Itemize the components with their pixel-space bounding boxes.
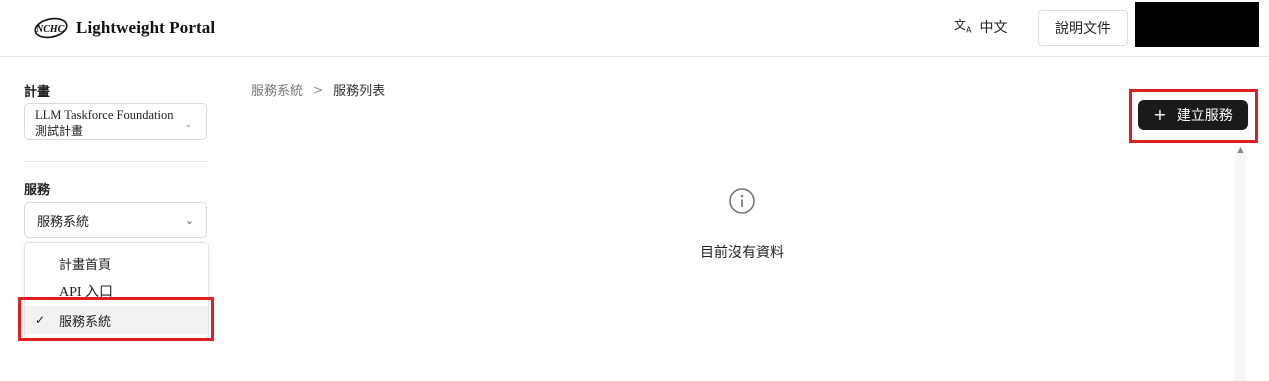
docs-button[interactable]: 說明文件 (1038, 10, 1128, 46)
user-account-block[interactable] (1135, 2, 1259, 47)
project-select[interactable]: LLM Taskforce Foundation 測試計畫 ⌄ (24, 103, 207, 140)
translate-icon: 文A (954, 18, 972, 35)
info-icon (728, 187, 756, 215)
top-header: NCHC Lightweight Portal 文A 中文 說明文件 (0, 0, 1269, 57)
highlight-box (18, 297, 214, 341)
service-section-label: 服務 (24, 183, 51, 198)
menu-item-label: 計畫首頁 (59, 257, 112, 273)
chevron-down-icon: ⌄ (184, 119, 192, 129)
logo[interactable]: NCHC Lightweight Portal (32, 14, 215, 42)
project-section-label: 計畫 (24, 85, 51, 100)
chevron-down-icon: ⌄ (184, 213, 194, 227)
language-switch[interactable]: 文A 中文 (954, 17, 1008, 37)
empty-state-message: 目前沒有資料 (700, 245, 784, 261)
service-select[interactable]: 服務系統 ⌄ (24, 202, 207, 238)
nchc-logo-icon: NCHC (32, 17, 70, 39)
breadcrumb-parent[interactable]: 服務系統 (251, 80, 303, 99)
app-title: Lightweight Portal (76, 18, 216, 37)
breadcrumb-current: 服務列表 (333, 84, 386, 99)
project-value-line1: LLM Taskforce Foundation (35, 108, 174, 122)
highlight-box (1129, 89, 1258, 143)
language-label: 中文 (979, 20, 1008, 36)
breadcrumb-separator: > (313, 82, 324, 97)
service-select-value: 服務系統 (37, 214, 90, 230)
breadcrumb: 服務系統 > 服務列表 (251, 80, 386, 100)
scroll-up-arrow-icon[interactable]: ▲ (1235, 144, 1246, 154)
menu-item-project-home[interactable]: 計畫首頁 (25, 249, 208, 277)
scrollbar-track[interactable] (1235, 145, 1246, 381)
logo-text: NCHC (35, 24, 65, 35)
project-value-line2: 測試計畫 (35, 124, 84, 138)
sidebar-divider (24, 161, 207, 162)
